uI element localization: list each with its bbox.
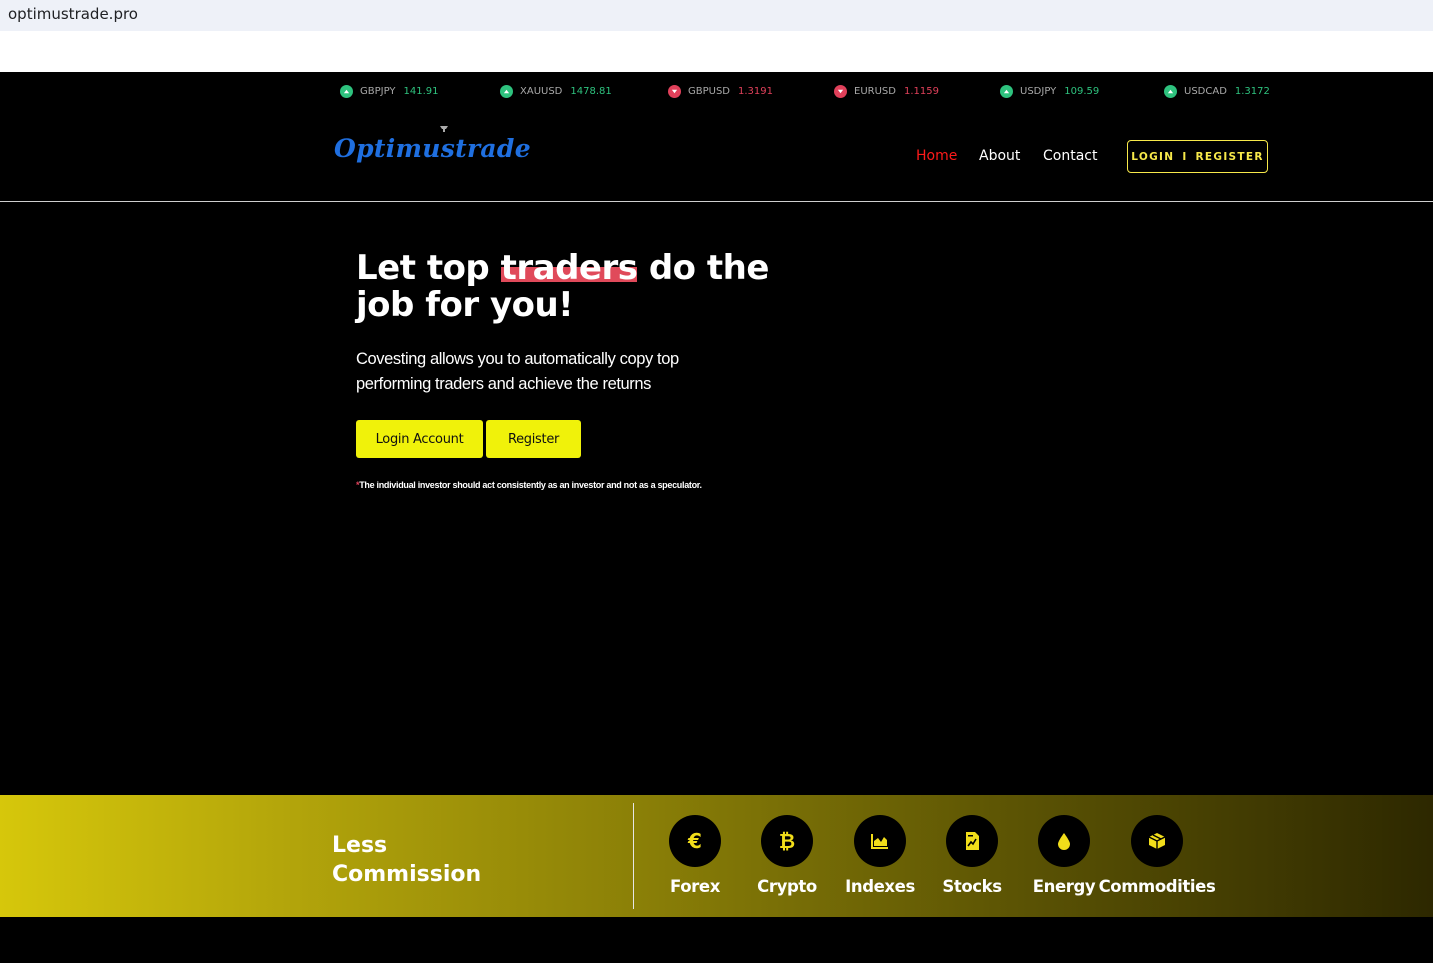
arrow-down-icon xyxy=(834,85,847,98)
disclaimer-note: *The individual investor should act cons… xyxy=(356,480,702,490)
ticker-item-gbpusd[interactable]: GBPUSD 1.3191 xyxy=(668,85,773,98)
ticker-value: 1478.81 xyxy=(570,86,612,97)
header-register-link[interactable]: REGISTER xyxy=(1196,151,1264,163)
arrow-up-icon xyxy=(500,85,513,98)
markets-band: Less Commission € Forex ₿ Crypto Indexes… xyxy=(0,795,1433,917)
market-label: Indexes xyxy=(845,877,915,896)
market-label: Energy xyxy=(1032,877,1096,896)
market-label: Crypto xyxy=(757,877,817,896)
login-account-button[interactable]: Login Account xyxy=(356,420,483,458)
disclaimer-text: The individual investor should act consi… xyxy=(359,480,702,490)
browser-address-bar[interactable]: optimustrade.pro xyxy=(0,0,1433,31)
document-chart-icon xyxy=(946,815,998,867)
ticker-item-gbpjpy[interactable]: GBPJPY 141.91 xyxy=(340,85,439,98)
ticker-symbol: EURUSD xyxy=(854,86,896,97)
ticker-symbol: USDCAD xyxy=(1184,86,1227,97)
register-button[interactable]: Register xyxy=(486,420,581,458)
hero-subtitle: Covesting allows you to automatically co… xyxy=(356,350,679,393)
nav-about-link[interactable]: About xyxy=(979,148,1020,164)
nav-contact-link[interactable]: Contact xyxy=(1043,148,1097,164)
auth-divider: I xyxy=(1182,150,1188,163)
ticker-symbol: XAUUSD xyxy=(520,86,563,97)
logo-mark-icon xyxy=(440,126,448,132)
ticker-value: 1.1159 xyxy=(903,86,939,97)
market-label: Forex xyxy=(670,877,720,896)
ticker-value: 141.91 xyxy=(403,86,439,97)
box-icon xyxy=(1131,815,1183,867)
euro-icon: € xyxy=(669,815,721,867)
hero-title-highlight: traders xyxy=(500,248,638,288)
area-chart-icon xyxy=(854,815,906,867)
ticker-value: 1.3191 xyxy=(738,86,774,97)
ticker-symbol: GBPJPY xyxy=(360,86,396,97)
site-logo[interactable]: Optimustrade xyxy=(334,134,531,163)
arrow-down-icon xyxy=(668,85,681,98)
arrow-up-icon xyxy=(340,85,353,98)
ticker-symbol: GBPUSD xyxy=(688,86,731,97)
nav-home-link[interactable]: Home xyxy=(916,148,957,164)
page: GBPJPY 141.91 XAUUSD 1478.81 GBPUSD 1.31… xyxy=(0,72,1433,963)
market-commodities[interactable]: Commodities xyxy=(1097,815,1217,896)
band-title-line1: Less xyxy=(332,833,388,858)
band-title: Less Commission xyxy=(332,831,481,889)
ticker-item-xauusd[interactable]: XAUUSD 1478.81 xyxy=(500,85,612,98)
arrow-up-icon xyxy=(1164,85,1177,98)
ticker-item-usdcad[interactable]: USDCAD 1.3172 xyxy=(1164,85,1270,98)
ticker-value: 109.59 xyxy=(1064,86,1100,97)
price-ticker: GBPJPY 141.91 XAUUSD 1478.81 GBPUSD 1.31… xyxy=(0,72,1433,112)
ticker-item-eurusd[interactable]: EURUSD 1.1159 xyxy=(834,85,939,98)
hero-title: Let top traders do the job for you! xyxy=(356,250,776,324)
ticker-item-usdjpy[interactable]: USDJPY 109.59 xyxy=(1000,85,1099,98)
band-divider xyxy=(633,803,634,909)
browser-blank-strip xyxy=(0,31,1433,72)
url-text[interactable]: optimustrade.pro xyxy=(8,5,138,23)
auth-box: LOGIN I REGISTER xyxy=(1127,140,1268,173)
hero-title-pre: Let top xyxy=(356,248,501,288)
market-label: Commodities xyxy=(1098,877,1216,896)
drop-icon xyxy=(1038,815,1090,867)
ticker-symbol: USDJPY xyxy=(1020,86,1057,97)
arrow-up-icon xyxy=(1000,85,1013,98)
header-login-link[interactable]: LOGIN xyxy=(1131,151,1174,163)
market-label: Stocks xyxy=(942,877,1002,896)
ticker-value: 1.3172 xyxy=(1234,86,1270,97)
header-divider xyxy=(0,201,1433,202)
band-title-line2: Commission xyxy=(332,862,482,887)
bitcoin-icon: ₿ xyxy=(761,815,813,867)
